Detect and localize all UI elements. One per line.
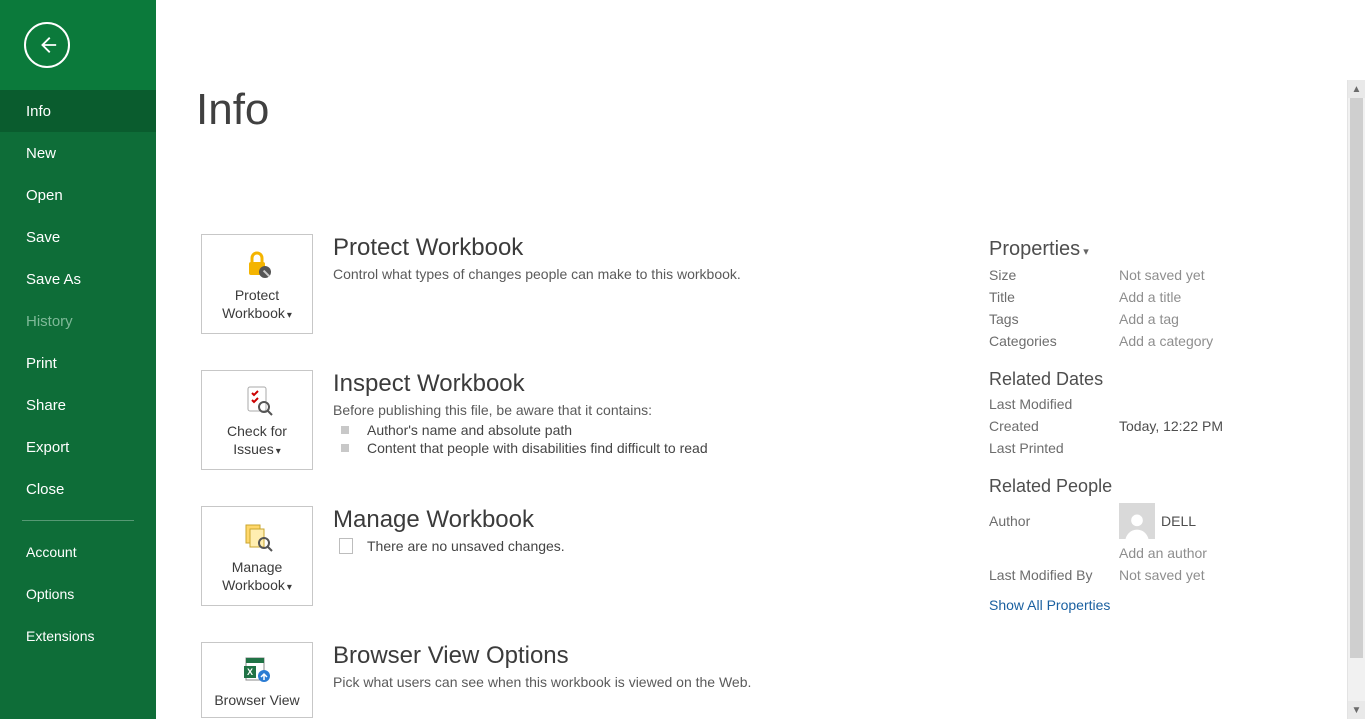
prop-size: SizeNot saved yet: [989, 267, 1329, 283]
prop-created: CreatedToday, 12:22 PM: [989, 418, 1329, 434]
show-all-properties-link[interactable]: Show All Properties: [989, 597, 1329, 613]
protect-desc: Control what types of changes people can…: [333, 266, 741, 282]
backstage-sidebar: Info New Open Save Save As History Print…: [0, 0, 156, 719]
nav-new[interactable]: New: [0, 132, 156, 174]
versions-icon: [240, 518, 274, 554]
document-icon: [339, 538, 353, 554]
page-title: Info: [196, 85, 269, 135]
related-people-header: Related People: [989, 476, 1329, 497]
nav-label: Options: [26, 586, 74, 602]
nav-info[interactable]: Info: [0, 90, 156, 132]
prop-last-modified: Last Modified: [989, 396, 1329, 412]
check-issues-button[interactable]: Check for Issues▾: [201, 370, 313, 470]
properties-panel: Properties SizeNot saved yet TitleAdd a …: [989, 238, 1329, 613]
prop-last-printed: Last Printed: [989, 440, 1329, 456]
nav-label: Extensions: [26, 628, 94, 644]
nav-label: Close: [26, 481, 64, 498]
back-button[interactable]: [24, 22, 70, 68]
prop-add-author[interactable]: Add an author: [989, 545, 1329, 561]
protect-body: Protect Workbook Control what types of c…: [333, 234, 741, 282]
related-dates-header: Related Dates: [989, 369, 1329, 390]
nav-label: Save: [26, 229, 60, 246]
nav-label: Print: [26, 355, 57, 372]
manage-body: Manage Workbook There are no unsaved cha…: [333, 506, 565, 554]
nav-open[interactable]: Open: [0, 174, 156, 216]
inspect-bullets: Author's name and absolute path Content …: [333, 422, 708, 456]
svg-text:X: X: [247, 667, 253, 677]
protect-button-label: Protect Workbook▾: [206, 286, 308, 322]
nav-label: Open: [26, 187, 63, 204]
info-sections: Protect Workbook▾ Protect Workbook Contr…: [201, 234, 965, 718]
manage-button-label: Manage Workbook▾: [206, 558, 308, 594]
prop-categories[interactable]: CategoriesAdd a category: [989, 333, 1329, 349]
inspect-desc: Before publishing this file, be aware th…: [333, 402, 708, 418]
inspect-title: Inspect Workbook: [333, 370, 708, 398]
manage-empty-row: There are no unsaved changes.: [333, 538, 565, 554]
scroll-thumb[interactable]: [1350, 98, 1363, 658]
nav-close[interactable]: Close: [0, 468, 156, 510]
inspect-bullet: Author's name and absolute path: [333, 422, 708, 438]
nav-save-as[interactable]: Save As: [0, 258, 156, 300]
protect-workbook-button[interactable]: Protect Workbook▾: [201, 234, 313, 334]
nav-export[interactable]: Export: [0, 426, 156, 468]
nav-options[interactable]: Options: [0, 573, 156, 615]
nav-account[interactable]: Account: [0, 531, 156, 573]
nav-label: Export: [26, 439, 69, 456]
nav-label: New: [26, 145, 56, 162]
section-browser: X Browser View Browser View Options Pick…: [201, 642, 965, 718]
scroll-track[interactable]: [1348, 98, 1365, 701]
nav-label: Share: [26, 397, 66, 414]
protect-title: Protect Workbook: [333, 234, 741, 262]
browser-title: Browser View Options: [333, 642, 751, 670]
manage-workbook-button[interactable]: Manage Workbook▾: [201, 506, 313, 606]
main-content: Info Protect Workbook▾ Protect Workbook …: [156, 0, 1365, 719]
browser-body: Browser View Options Pick what users can…: [333, 642, 751, 690]
scroll-up-button[interactable]: ▲: [1348, 80, 1365, 98]
nav-separator: [22, 520, 134, 521]
inspect-bullet: Content that people with disabilities fi…: [333, 440, 708, 456]
scroll-down-button[interactable]: ▼: [1348, 701, 1365, 719]
avatar-icon: [1119, 503, 1155, 539]
nav-label: Account: [26, 544, 77, 560]
back-arrow-icon: [36, 34, 58, 56]
prop-last-modified-by: Last Modified ByNot saved yet: [989, 567, 1329, 583]
nav-items: Info New Open Save Save As History Print…: [0, 90, 156, 510]
bullet-icon: [341, 444, 349, 452]
browser-view-button[interactable]: X Browser View: [201, 642, 313, 718]
browser-desc: Pick what users can see when this workbo…: [333, 674, 751, 690]
nav-label: Info: [26, 103, 51, 120]
inspect-body: Inspect Workbook Before publishing this …: [333, 370, 708, 456]
nav-bottom: Account Options Extensions: [0, 531, 156, 657]
nav-label: Save As: [26, 271, 81, 288]
nav-label: History: [26, 313, 73, 330]
author-entry[interactable]: DELL: [1119, 503, 1196, 539]
section-manage: Manage Workbook▾ Manage Workbook There a…: [201, 506, 965, 606]
checklist-icon: [240, 382, 274, 418]
nav-save[interactable]: Save: [0, 216, 156, 258]
lock-icon: [240, 246, 274, 282]
section-inspect: Check for Issues▾ Inspect Workbook Befor…: [201, 370, 965, 470]
check-issues-label: Check for Issues▾: [206, 422, 308, 458]
browser-view-label: Browser View: [214, 691, 299, 709]
prop-tags[interactable]: TagsAdd a tag: [989, 311, 1329, 327]
prop-author: Author DELL: [989, 503, 1329, 539]
vertical-scrollbar[interactable]: ▲ ▼: [1347, 80, 1365, 719]
manage-title: Manage Workbook: [333, 506, 565, 534]
nav-share[interactable]: Share: [0, 384, 156, 426]
nav-extensions[interactable]: Extensions: [0, 615, 156, 657]
nav-history: History: [0, 300, 156, 342]
sidebar-header: [0, 0, 156, 90]
prop-title[interactable]: TitleAdd a title: [989, 289, 1329, 305]
section-protect: Protect Workbook▾ Protect Workbook Contr…: [201, 234, 965, 334]
properties-header[interactable]: Properties: [989, 238, 1329, 261]
bullet-icon: [341, 426, 349, 434]
nav-print[interactable]: Print: [0, 342, 156, 384]
browser-view-icon: X: [240, 651, 274, 687]
